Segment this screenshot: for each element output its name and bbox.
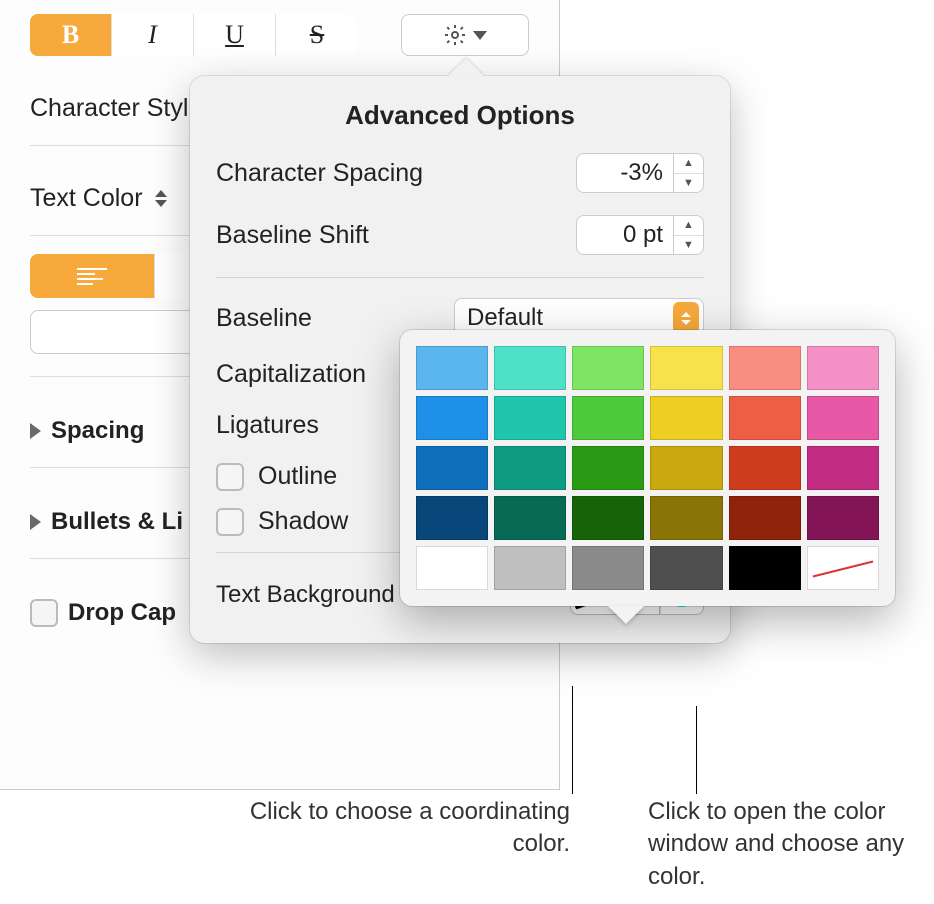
baseline-shift-row: Baseline Shift 0 pt ▲▼ — [216, 215, 704, 255]
chevron-down-icon — [473, 31, 487, 40]
color-swatch[interactable] — [807, 546, 879, 590]
color-swatch[interactable] — [807, 446, 879, 490]
baseline-shift-label: Baseline Shift — [216, 221, 369, 250]
advanced-options-button[interactable] — [401, 14, 529, 56]
spacing-label: Spacing — [51, 417, 144, 445]
character-spacing-label: Character Spacing — [216, 159, 423, 188]
gear-icon — [443, 23, 467, 47]
baseline-value: Default — [467, 304, 543, 332]
updown-icon — [155, 190, 167, 207]
color-swatch[interactable] — [416, 346, 488, 390]
color-swatch[interactable] — [650, 496, 722, 540]
color-swatch[interactable] — [494, 546, 566, 590]
color-swatch[interactable] — [416, 396, 488, 440]
color-swatch[interactable] — [729, 496, 801, 540]
color-swatch[interactable] — [572, 496, 644, 540]
color-swatch[interactable] — [416, 446, 488, 490]
color-swatch[interactable] — [572, 396, 644, 440]
drop-cap-label: Drop Cap — [68, 599, 176, 627]
text-color-label: Text Color — [30, 184, 143, 213]
color-swatch[interactable] — [572, 446, 644, 490]
outline-label: Outline — [258, 462, 337, 491]
stepper-arrows-icon[interactable]: ▲▼ — [674, 153, 704, 193]
baseline-label: Baseline — [216, 304, 312, 333]
color-swatch[interactable] — [494, 346, 566, 390]
character-spacing-row: Character Spacing -3% ▲▼ — [216, 153, 704, 193]
color-swatch[interactable] — [416, 546, 488, 590]
color-swatch[interactable] — [494, 496, 566, 540]
character-spacing-stepper[interactable]: -3% ▲▼ — [576, 153, 704, 193]
callout-line — [696, 706, 697, 794]
ligatures-label: Ligatures — [216, 411, 319, 440]
color-swatch[interactable] — [729, 396, 801, 440]
strike-button[interactable]: S — [276, 14, 358, 56]
color-swatch[interactable] — [807, 346, 879, 390]
disclosure-icon — [30, 423, 41, 439]
color-swatch[interactable] — [729, 446, 801, 490]
underline-button[interactable]: U — [194, 14, 276, 56]
callout-coordinating: Click to choose a coordinating color. — [222, 796, 570, 861]
color-swatch[interactable] — [572, 346, 644, 390]
color-grid — [416, 346, 879, 590]
separator — [216, 277, 704, 278]
color-swatch[interactable] — [650, 346, 722, 390]
color-swatch[interactable] — [650, 446, 722, 490]
text-style-segmented: B I U S — [30, 14, 358, 56]
color-swatch[interactable] — [729, 346, 801, 390]
bold-button[interactable]: B — [30, 14, 112, 56]
color-swatch[interactable] — [807, 396, 879, 440]
baseline-shift-value[interactable]: 0 pt — [576, 215, 674, 255]
character-styles-label: Character Styl — [30, 94, 188, 123]
color-swatch[interactable] — [494, 446, 566, 490]
color-picker-popover — [400, 330, 895, 606]
capitalization-label: Capitalization — [216, 360, 366, 389]
baseline-shift-stepper[interactable]: 0 pt ▲▼ — [576, 215, 704, 255]
text-background-label: Text Background — [216, 581, 395, 609]
outline-checkbox[interactable] — [216, 463, 244, 491]
shadow-label: Shadow — [258, 507, 348, 536]
color-swatch[interactable] — [494, 396, 566, 440]
color-swatch[interactable] — [729, 546, 801, 590]
popover-title: Advanced Options — [216, 100, 704, 131]
callout-color-window: Click to open the color window and choos… — [648, 796, 908, 893]
disclosure-icon — [30, 514, 41, 530]
italic-button[interactable]: I — [112, 14, 194, 56]
shadow-checkbox[interactable] — [216, 508, 244, 536]
color-swatch[interactable] — [650, 396, 722, 440]
callout-line — [572, 686, 573, 794]
drop-cap-checkbox[interactable] — [30, 599, 58, 627]
stepper-arrows-icon[interactable]: ▲▼ — [674, 215, 704, 255]
align-left-button[interactable] — [30, 254, 155, 298]
color-swatch[interactable] — [650, 546, 722, 590]
color-swatch[interactable] — [807, 496, 879, 540]
align-left-icon — [77, 268, 107, 285]
color-swatch[interactable] — [416, 496, 488, 540]
color-swatch[interactable] — [572, 546, 644, 590]
style-toolbar: B I U S — [30, 0, 529, 56]
character-spacing-value[interactable]: -3% — [576, 153, 674, 193]
bullets-label: Bullets & Li — [51, 508, 183, 536]
